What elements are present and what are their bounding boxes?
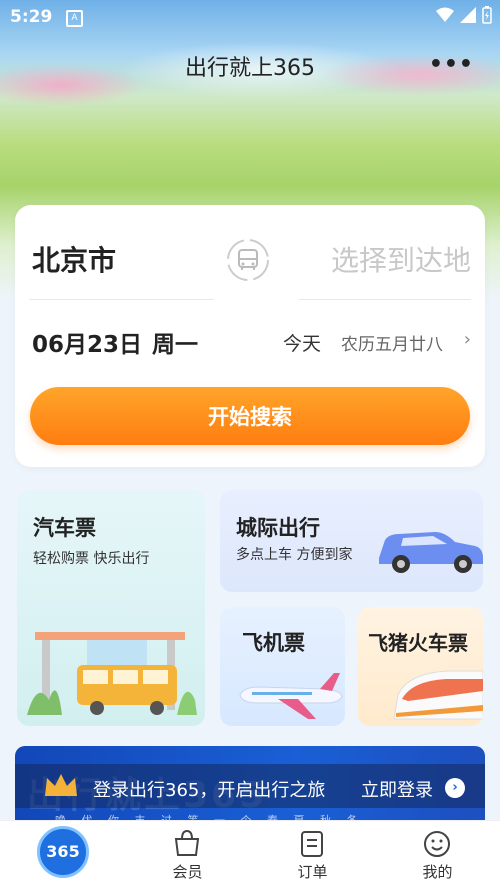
system-icons — [436, 6, 492, 24]
plane-ticket-tile[interactable]: 飞机票 — [220, 607, 345, 726]
lunar-date-label: 农历五月廿八 — [341, 335, 443, 355]
intercity-subtitle: 多点上车 方便到家 — [236, 547, 353, 563]
car-illustration — [379, 532, 483, 573]
date-picker[interactable]: 06月23日 周一 — [32, 325, 198, 359]
tab-orders-label: 订单 — [297, 863, 328, 881]
status-time: 5:29 — [10, 7, 53, 27]
destination-city[interactable]: 选择到达地 — [331, 239, 471, 279]
bus-ticket-title: 汽车票 — [33, 516, 96, 540]
home-365-logo: 365 — [37, 826, 89, 878]
swap-icon[interactable] — [225, 237, 271, 283]
wifi-icon — [436, 7, 454, 22]
tab-profile[interactable]: 我的 — [375, 821, 500, 889]
member-bag-icon — [174, 829, 200, 856]
relative-day-label: 今天 — [283, 333, 322, 355]
intercity-travel-tile[interactable]: 城际出行 多点上车 方便到家 — [220, 490, 483, 592]
signal-icon — [460, 7, 476, 23]
bus-ticket-tile[interactable]: 汽车票 轻松购票 快乐出行 — [17, 490, 205, 726]
status-bar: 5:29 A — [0, 0, 500, 34]
divider — [29, 299, 214, 300]
profile-smile-icon — [424, 831, 450, 857]
weekday-label: 周一 — [152, 332, 199, 358]
more-icon[interactable]: ••• — [429, 52, 474, 77]
app-notification-icon: A — [66, 10, 83, 27]
train-ticket-tile[interactable]: 飞猪火车票 — [358, 607, 483, 726]
train-ticket-title: 飞猪火车票 — [368, 631, 468, 655]
tab-member[interactable]: 会员 — [125, 821, 250, 889]
login-banner[interactable]: 出行就上365 登录出行365，开启出行之旅 立即登录 › 唤 优 你 丰 过 … — [15, 746, 485, 826]
tab-home[interactable]: 365 — [0, 821, 125, 889]
train-illustration — [393, 670, 483, 720]
battery-icon — [482, 6, 492, 24]
crown-icon — [45, 774, 77, 796]
divider — [299, 299, 471, 300]
orders-document-icon — [301, 831, 323, 857]
page-title: 出行就上365 — [185, 56, 315, 81]
bottom-tab-bar: 365 会员 订单 我的 — [0, 820, 500, 889]
date-label: 06月23日 — [32, 332, 143, 358]
bus-ticket-subtitle: 轻松购票 快乐出行 — [33, 551, 150, 567]
plane-ticket-title: 飞机票 — [242, 631, 305, 655]
search-card: 北京市 选择到达地 06月23日 周一 今天 农历五月廿八 › 开始搜索 — [15, 205, 485, 467]
login-prompt-text: 登录出行365，开启出行之旅 — [93, 780, 326, 801]
login-now-button[interactable]: 立即登录 — [361, 776, 433, 802]
start-search-button[interactable]: 开始搜索 — [30, 387, 470, 445]
tab-orders[interactable]: 订单 — [250, 821, 375, 889]
chevron-right-icon[interactable]: › — [464, 329, 471, 350]
tab-member-label: 会员 — [172, 863, 203, 881]
tab-profile-label: 我的 — [422, 863, 453, 881]
airplane-illustration — [239, 673, 343, 719]
intercity-title: 城际出行 — [236, 516, 320, 540]
departure-city[interactable]: 北京市 — [32, 239, 116, 279]
bus-station-illustration — [27, 632, 197, 715]
arrow-right-icon[interactable]: › — [445, 778, 465, 798]
